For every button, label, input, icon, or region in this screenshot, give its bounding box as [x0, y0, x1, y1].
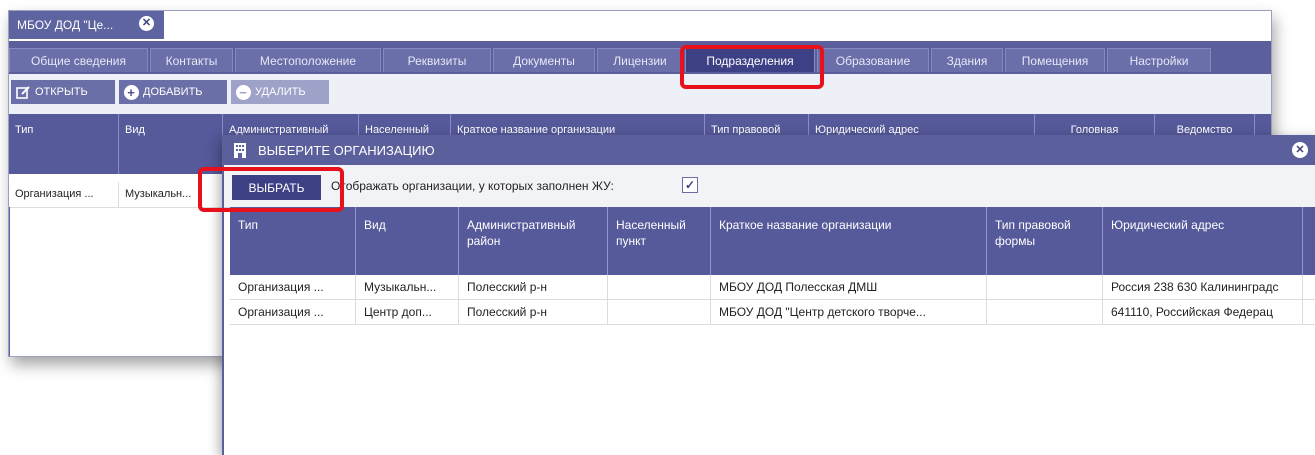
- table-cell: Центр доп...: [356, 300, 459, 324]
- highlight-subdivisions-tab: [680, 45, 824, 89]
- tab-location[interactable]: Местоположение: [235, 48, 381, 72]
- tab-buildings[interactable]: Здания: [931, 48, 1003, 72]
- toolbar: ОТКРЫТЬ + ДОБАВИТЬ − УДАЛИТЬ: [9, 74, 1271, 115]
- open-button[interactable]: ОТКРЫТЬ: [11, 80, 115, 104]
- column-header[interactable]: Вид: [356, 207, 459, 275]
- dialog-toolbar: ВЫБРАТЬ Отображать организации, у которы…: [224, 165, 1315, 208]
- column-header[interactable]: Юридический адрес: [1103, 207, 1303, 275]
- tab-general[interactable]: Общие сведения: [9, 48, 148, 72]
- document-tab-label: МБОУ ДОД "Це...: [17, 18, 114, 32]
- tab-settings[interactable]: Настройки: [1107, 48, 1211, 72]
- tab-rooms[interactable]: Помещения: [1005, 48, 1105, 72]
- divider: [9, 207, 10, 356]
- table-row[interactable]: Организация ... Музыкальн...: [9, 182, 224, 208]
- table-cell: МБОУ ДОД Полесская ДМШ: [711, 275, 987, 299]
- dialog-table-header: Тип Вид Административный район Населенны…: [230, 207, 1315, 275]
- close-icon[interactable]: ✕: [139, 16, 154, 31]
- table-cell: [608, 275, 711, 299]
- table-cell: Полесский р-н: [459, 275, 608, 299]
- table-cell: Россия 238 630 Калининградс: [1103, 275, 1303, 299]
- table-cell: Полесский р-н: [459, 300, 608, 324]
- table-row[interactable]: Организация ... Музыкальн... Полесский р…: [230, 275, 1315, 300]
- add-button[interactable]: + ДОБАВИТЬ: [119, 80, 227, 104]
- table-cell: [987, 275, 1103, 299]
- minus-circle-icon: −: [235, 84, 251, 100]
- column-header[interactable]: Тип правовой формы: [987, 207, 1103, 275]
- tab-documents[interactable]: Документы: [493, 48, 595, 72]
- table-cell: 641110, Российская Федерац: [1103, 300, 1303, 324]
- table-row[interactable]: Организация ... Центр доп... Полесский р…: [230, 300, 1315, 325]
- column-header[interactable]: Тип: [230, 207, 356, 275]
- tab-licenses[interactable]: Лицензии: [597, 48, 683, 72]
- dialog-title-bar[interactable]: ВЫБЕРИТЕ ОРГАНИЗАЦИЮ: [224, 135, 1315, 165]
- table-cell: [608, 300, 711, 324]
- filter-checkbox[interactable]: ✓: [682, 177, 698, 193]
- close-icon[interactable]: ✕: [1292, 142, 1308, 158]
- edit-icon: [15, 84, 31, 100]
- tab-education[interactable]: Образование: [817, 48, 929, 72]
- tab-requisites[interactable]: Реквизиты: [383, 48, 491, 72]
- add-button-label: ДОБАВИТЬ: [143, 86, 203, 98]
- column-header[interactable]: Краткое название организации: [711, 207, 987, 275]
- delete-button-label: УДАЛИТЬ: [255, 86, 306, 98]
- document-tab[interactable]: МБОУ ДОД "Це... ✕: [9, 11, 164, 39]
- plus-circle-icon: +: [123, 84, 139, 100]
- column-header[interactable]: Населенный пункт: [608, 207, 711, 275]
- delete-button[interactable]: − УДАЛИТЬ: [231, 80, 329, 104]
- open-button-label: ОТКРЫТЬ: [35, 86, 88, 98]
- column-header[interactable]: Административный район: [459, 207, 608, 275]
- dialog-title: ВЫБЕРИТЕ ОРГАНИЗАЦИЮ: [258, 142, 435, 158]
- table-cell: МБОУ ДОД "Центр детского творче...: [711, 300, 987, 324]
- filter-label: Отображать организации, у которых заполн…: [331, 179, 614, 193]
- table-cell: Организация ...: [230, 275, 356, 299]
- table-cell: [987, 300, 1103, 324]
- column-header[interactable]: Тип: [9, 114, 119, 174]
- select-organization-dialog: ВЫБЕРИТЕ ОРГАНИЗАЦИЮ ✕ ВЫБРАТЬ Отображат…: [222, 135, 1315, 455]
- building-icon: [232, 141, 250, 159]
- table-cell: Организация ...: [9, 182, 119, 207]
- column-header[interactable]: Вид: [119, 114, 223, 174]
- section-tabs: Общие сведения Контакты Местоположение Р…: [9, 41, 1271, 74]
- table-cell: Организация ...: [230, 300, 356, 324]
- tab-contacts[interactable]: Контакты: [150, 48, 233, 72]
- highlight-select-button: [198, 167, 344, 212]
- table-cell: Музыкальн...: [356, 275, 459, 299]
